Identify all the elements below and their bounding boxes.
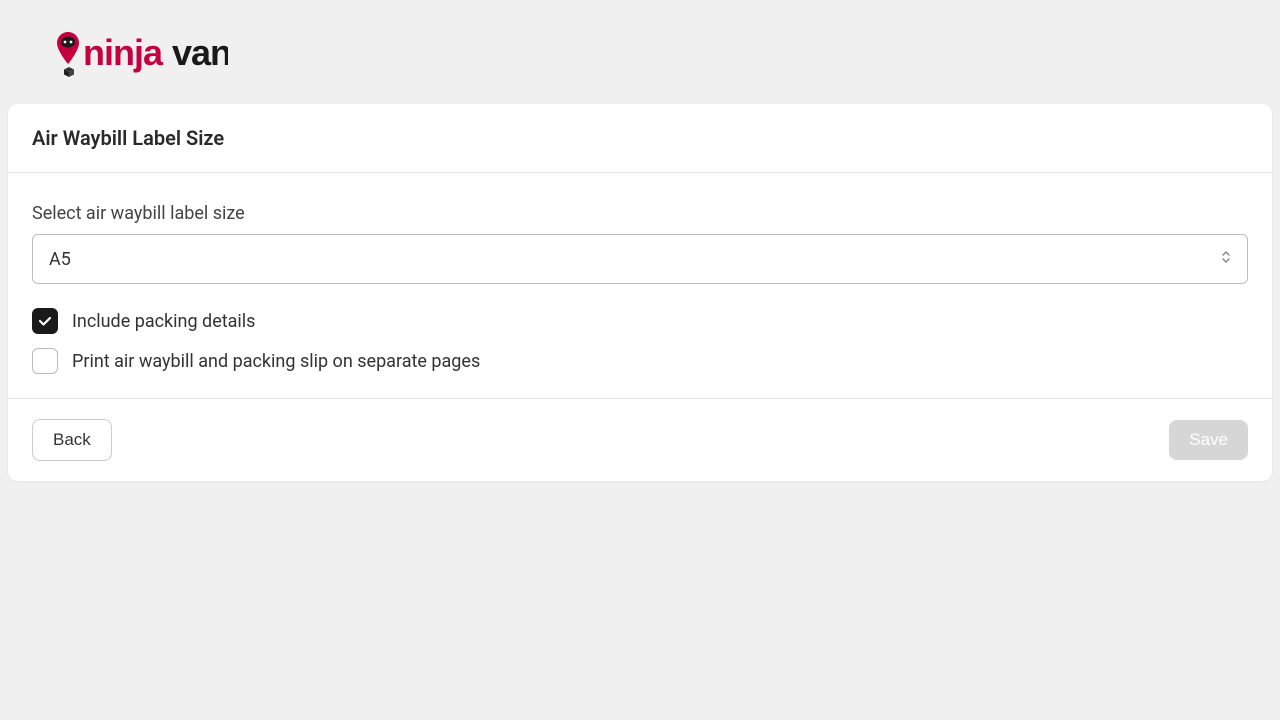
card-footer: Back Save bbox=[8, 398, 1272, 481]
separate-pages-checkbox[interactable] bbox=[32, 348, 58, 374]
separate-pages-row: Print air waybill and packing slip on se… bbox=[32, 348, 1248, 374]
ninjavan-logo: ninja van bbox=[28, 24, 228, 80]
logo-van-text: van bbox=[172, 32, 228, 73]
back-button[interactable]: Back bbox=[32, 419, 112, 461]
page-header: ninja van bbox=[0, 0, 1280, 104]
logo-ninja-text: ninja bbox=[83, 32, 164, 73]
include-packing-label: Include packing details bbox=[72, 311, 255, 332]
card-body: Select air waybill label size A5 Include… bbox=[8, 173, 1272, 398]
separate-pages-label: Print air waybill and packing slip on se… bbox=[72, 351, 480, 372]
logo-svg: ninja van bbox=[28, 24, 228, 80]
settings-card: Air Waybill Label Size Select air waybil… bbox=[8, 104, 1272, 481]
check-icon bbox=[37, 313, 53, 329]
label-size-select[interactable]: A5 bbox=[32, 234, 1248, 284]
save-button[interactable]: Save bbox=[1169, 420, 1248, 460]
include-packing-row: Include packing details bbox=[32, 308, 1248, 334]
label-size-field-label: Select air waybill label size bbox=[32, 203, 1248, 224]
label-size-select-wrap: A5 bbox=[32, 234, 1248, 284]
card-title: Air Waybill Label Size bbox=[32, 126, 1248, 150]
include-packing-checkbox[interactable] bbox=[32, 308, 58, 334]
label-size-selected-value: A5 bbox=[49, 249, 71, 270]
card-header: Air Waybill Label Size bbox=[8, 104, 1272, 173]
